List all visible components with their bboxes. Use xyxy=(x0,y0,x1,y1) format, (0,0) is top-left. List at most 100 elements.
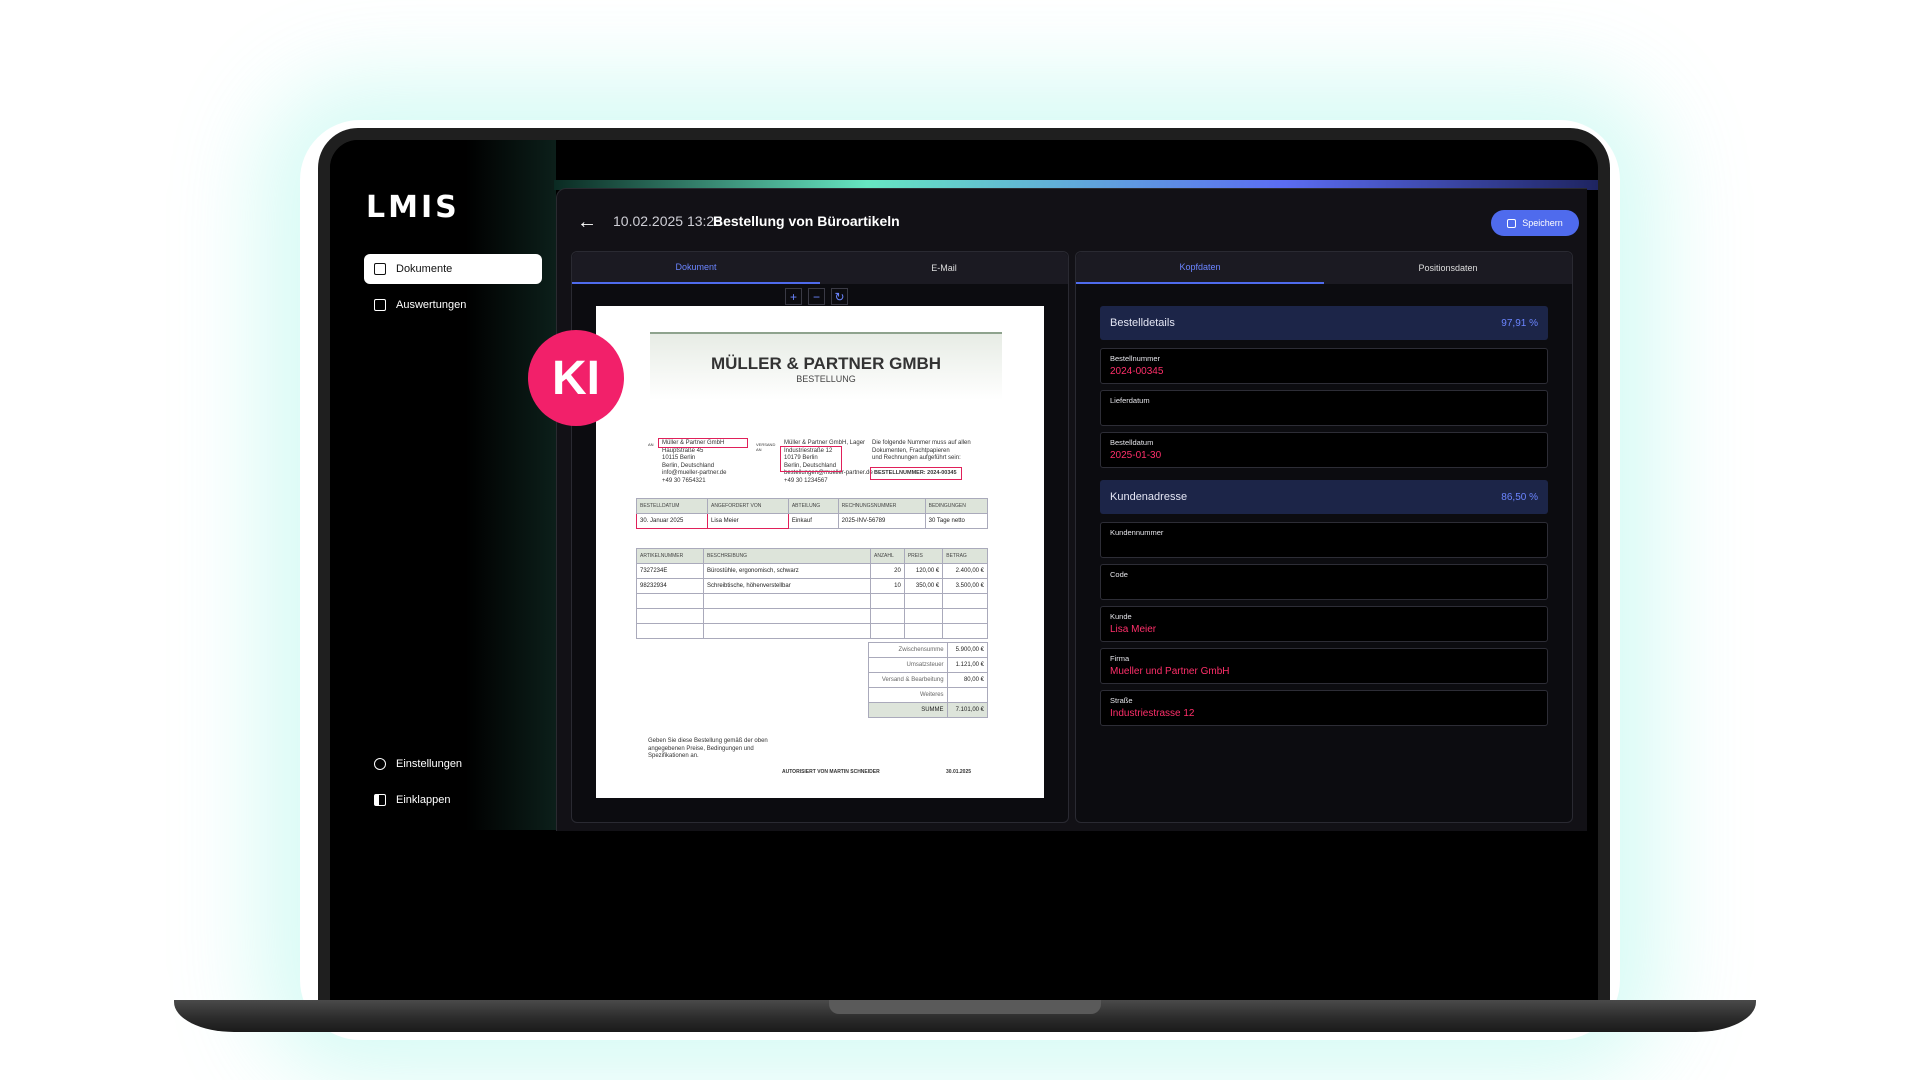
field-label: Bestelldatum xyxy=(1110,438,1154,447)
totals-label: Umsatzsteuer xyxy=(868,657,948,673)
table-row: 7327234E Bürostühle, ergonomisch, schwar… xyxy=(636,563,988,579)
totals-table: Zwischensumme 5.900,00 € Umsatzsteuer 1.12… xyxy=(868,642,989,718)
table-cell: 7327234E xyxy=(636,563,704,579)
save-icon xyxy=(1507,218,1517,228)
highlight-box xyxy=(780,446,842,472)
totals-value: 80,00 € xyxy=(946,672,989,688)
sidebar-item-dokumente[interactable]: Dokumente xyxy=(364,254,542,284)
document-footer-note: Geben Sie diese Bestellung gemäß der obe… xyxy=(648,738,768,759)
page-title: Bestellung von Büroartikeln xyxy=(713,213,900,229)
totals-label: Versand & Bearbeitung xyxy=(868,672,948,688)
an-label: AN xyxy=(648,442,654,447)
section-bestelldetails[interactable]: Bestelldetails 97,91 % xyxy=(1100,306,1548,340)
field-value: 2025-01-30 xyxy=(1110,450,1162,461)
table-header: BESCHREIBUNG xyxy=(703,548,871,564)
tab-dokument[interactable]: Dokument xyxy=(572,252,820,284)
field-value: Mueller und Partner GmbH xyxy=(1110,666,1230,677)
items-table: ARTIKELNUMMER BESCHREIBUNG ANZAHL PREIS … xyxy=(636,548,988,639)
field-kundennummer[interactable]: Kundennummer xyxy=(1100,522,1548,558)
table-header: ANZAHL xyxy=(870,548,905,564)
field-value: Industriestrasse 12 xyxy=(1110,708,1195,719)
document-preview: MÜLLER & PARTNER GMBH BESTELLUNG AN Müll… xyxy=(596,306,1044,798)
gear-icon xyxy=(374,758,386,770)
tab-email[interactable]: E-Mail xyxy=(820,252,1068,284)
confidence-score: 86,50 % xyxy=(1501,491,1538,503)
document-header: MÜLLER & PARTNER GMBH BESTELLUNG xyxy=(650,332,1002,400)
highlight-box xyxy=(870,467,962,480)
table-cell: 3.500,00 € xyxy=(942,578,988,594)
section-label: Kundenadresse xyxy=(1110,491,1188,503)
sidebar-item-label: Auswertungen xyxy=(396,299,467,311)
section-kundenadresse[interactable]: Kundenadresse 86,50 % xyxy=(1100,480,1548,514)
document-datetime: 10.02.2025 13:25 xyxy=(613,213,722,229)
data-tabs: Kopfdaten Positionsdaten xyxy=(1076,252,1572,284)
document-subtitle: BESTELLUNG xyxy=(796,374,856,384)
field-bestelldatum[interactable]: Bestelldatum 2025-01-30 xyxy=(1100,432,1548,468)
laptop-notch xyxy=(829,1000,1101,1014)
field-code[interactable]: Code xyxy=(1100,564,1548,600)
table-cell: 120,00 € xyxy=(903,563,944,579)
app-logo: LMIS xyxy=(366,190,460,225)
document-tabs: Dokument E-Mail xyxy=(572,252,1068,284)
rotate-icon[interactable]: ↻ xyxy=(831,288,848,305)
save-button-label: Speichern xyxy=(1522,218,1563,228)
table-header: ARTIKELNUMMER xyxy=(636,548,704,564)
app-screen: LMIS Dokumente Auswertungen Einstellunge… xyxy=(330,140,1598,1000)
table-header: ANGEFORDERT VON xyxy=(706,498,789,514)
field-bestellnummer[interactable]: Bestellnummer 2024-00345 xyxy=(1100,348,1548,384)
totals-label: Zwischensumme xyxy=(868,642,948,658)
table-header: PREIS xyxy=(903,548,944,564)
sidebar-item-einstellungen[interactable]: Einstellungen xyxy=(364,749,542,779)
sidebar-item-label: Dokumente xyxy=(396,263,453,275)
sidebar-item-label: Einklappen xyxy=(396,794,451,806)
totals-label: SUMME xyxy=(868,702,948,718)
field-value: Lisa Meier xyxy=(1110,624,1157,635)
tab-positionsdaten[interactable]: Positionsdaten xyxy=(1324,252,1572,284)
table-cell: 2.400,00 € xyxy=(942,563,988,579)
field-label: Lieferdatum xyxy=(1110,396,1150,405)
table-header: BETRAG xyxy=(942,548,988,564)
confidence-score: 97,91 % xyxy=(1501,317,1538,329)
field-firma[interactable]: Firma Mueller und Partner GmbH xyxy=(1100,648,1548,684)
table-cell: 30. Januar 2025 xyxy=(636,513,708,529)
zoom-out-icon[interactable]: − xyxy=(808,288,825,305)
table-cell: Einkauf xyxy=(787,513,839,529)
table-cell: Schreibtische, höhenverstellbar xyxy=(703,578,871,594)
back-arrow-icon[interactable]: ← xyxy=(577,211,597,234)
versand-label: VERSAND AN xyxy=(756,442,776,452)
sidebar: LMIS Dokumente Auswertungen Einstellunge… xyxy=(330,140,556,830)
zoom-in-icon[interactable]: + xyxy=(785,288,802,305)
field-strasse[interactable]: Straße Industriestrasse 12 xyxy=(1100,690,1548,726)
table-row: 98232934 Schreibtische, höhenverstellbar… xyxy=(636,578,988,594)
field-label: Straße xyxy=(1110,696,1133,705)
table-cell: Lisa Meier xyxy=(706,513,789,529)
sidebar-item-auswertungen[interactable]: Auswertungen xyxy=(364,290,542,320)
info-table: BESTELLDATUM ANGEFORDERT VON ABTEILUNG R… xyxy=(636,498,989,529)
document-icon xyxy=(374,263,386,275)
main-panel: ← 10.02.2025 13:25 Bestellung von Büroar… xyxy=(528,188,1587,831)
table-cell: 30 Tage netto xyxy=(924,513,989,529)
table-cell: 20 xyxy=(870,563,905,579)
tab-kopfdaten[interactable]: Kopfdaten xyxy=(1076,252,1324,284)
section-label: Bestelldetails xyxy=(1110,317,1175,329)
table-cell: 10 xyxy=(870,578,905,594)
highlight-box xyxy=(658,438,748,448)
chart-icon xyxy=(374,299,386,311)
save-button[interactable]: Speichern xyxy=(1491,210,1579,236)
table-header: BEDINGUNGEN xyxy=(924,498,989,514)
collapse-icon xyxy=(374,794,386,806)
sidebar-item-einklappen[interactable]: Einklappen xyxy=(364,785,542,815)
field-lieferdatum[interactable]: Lieferdatum xyxy=(1100,390,1548,426)
table-cell: 2025-INV-56789 xyxy=(837,513,926,529)
document-panel: Dokument E-Mail + − ↻ KI MÜLLER & PARTNE… xyxy=(528,251,1069,823)
sidebar-item-label: Einstellungen xyxy=(396,758,463,770)
field-label: Kundennummer xyxy=(1110,528,1164,537)
zoom-controls: + − ↻ xyxy=(785,288,848,305)
field-kunde[interactable]: Kunde Lisa Meier xyxy=(1100,606,1548,642)
table-header: ABTEILUNG xyxy=(787,498,839,514)
field-label: Bestellnummer xyxy=(1110,354,1161,363)
field-label: Firma xyxy=(1110,654,1130,663)
document-company: MÜLLER & PARTNER GMBH xyxy=(710,354,942,373)
table-header: RECHNUNGSNUMMER xyxy=(837,498,926,514)
totals-value: 1.121,00 € xyxy=(946,657,989,673)
